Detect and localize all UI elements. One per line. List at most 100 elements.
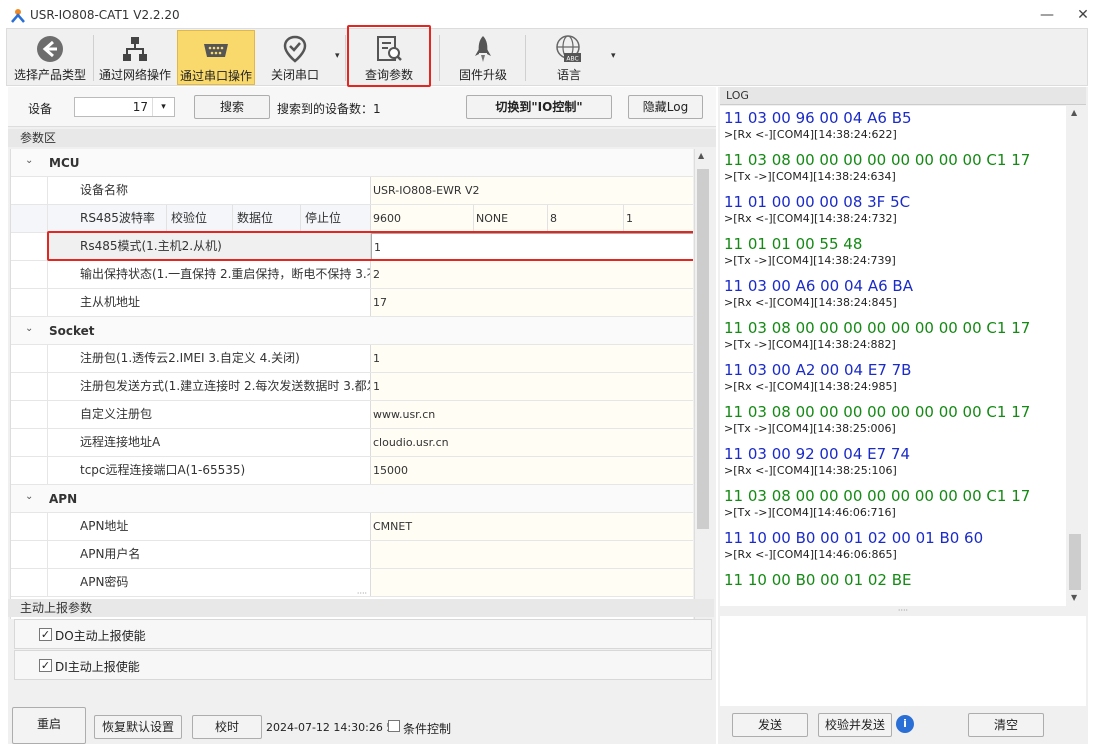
minimize-button[interactable]: — [1034, 4, 1060, 26]
hide-log-button[interactable]: 隐藏Log [628, 95, 703, 119]
param-row-apn-user[interactable]: APN用户名 [11, 541, 693, 569]
toolbar-separator [439, 35, 440, 81]
param-value[interactable]: 2 [371, 261, 693, 288]
rs485-parity-label: 校验位 [167, 205, 233, 232]
param-value[interactable]: CMNET [371, 513, 693, 540]
log-panel: LOG 11 03 00 96 00 04 A6 B5 >[Rx <-][COM4… [718, 87, 1088, 744]
do-report-row[interactable]: ✓ DO主动上报使能 [14, 619, 712, 649]
group-row-mcu[interactable]: ⌄ MCU [11, 149, 693, 177]
group-row-apn[interactable]: ⌄ APN [11, 485, 693, 513]
di-report-row[interactable]: ✓ DI主动上报使能 [14, 650, 712, 680]
log-data-line: 11 03 08 00 00 00 00 00 00 00 00 C1 17 [724, 319, 1031, 337]
select-product-label: 选择产品类型 [13, 68, 86, 82]
param-value[interactable]: 1 [371, 345, 693, 372]
highlight-box [47, 231, 693, 261]
log-data-line: 11 01 01 00 55 48 [724, 235, 863, 253]
param-value[interactable]: www.usr.cn [371, 401, 693, 428]
rs485-stopbits-value[interactable]: 1 [624, 205, 693, 232]
param-value[interactable]: 17 [371, 289, 693, 316]
scroll-thumb[interactable] [1069, 534, 1081, 590]
param-label: APN用户名 [47, 541, 371, 568]
param-row-device-name[interactable]: 设备名称 USR-IO808-EWR V2 [11, 177, 693, 205]
param-row-custom-reg[interactable]: 自定义注册包 www.usr.cn [11, 401, 693, 429]
log-meta-line: >[Tx ->][COM4][14:38:24:634] [724, 170, 896, 183]
verify-send-button[interactable]: 校验并发送 [818, 713, 892, 737]
language-button[interactable]: ABC 语言 [529, 30, 609, 85]
device-select-value: 17 [132, 100, 148, 114]
left-panel: 设备 17 ▾ 搜索 搜索到的设备数：1 切换到"IO控制" 隐藏Log 参数区… [8, 87, 716, 744]
rs485-parity-value[interactable]: NONE [474, 205, 548, 232]
rs485-databits-label: 数据位 [233, 205, 301, 232]
found-count-label: 搜索到的设备数：1 [277, 102, 381, 116]
dropdown-arrow-icon[interactable]: ▾ [335, 51, 340, 61]
sync-time-button[interactable]: 校时 [192, 715, 262, 739]
scroll-thumb[interactable] [697, 169, 709, 529]
info-icon[interactable]: i [896, 715, 914, 733]
toolbar-separator [93, 35, 94, 81]
log-scrollbar[interactable]: ▲ ▼ [1066, 106, 1084, 606]
param-scrollbar[interactable]: ▲ ▼ [694, 149, 710, 619]
bottom-bar: 重启 恢复默认设置 校时 2024-07-12 14:30:26 5 条件控制 [8, 707, 716, 744]
restore-default-button[interactable]: 恢复默认设置 [94, 715, 182, 739]
close-serial-button[interactable]: 关闭串口 [259, 30, 331, 85]
param-value[interactable] [371, 541, 693, 568]
do-report-checkbox[interactable]: ✓ [39, 628, 52, 641]
send-button[interactable]: 发送 [732, 713, 808, 737]
back-arrow-icon [37, 36, 63, 62]
param-label: 注册包(1.透传云2.IMEI 3.自定义 4.关闭) [47, 345, 371, 372]
splitter-handle[interactable]: ···· [720, 606, 1086, 616]
di-report-checkbox[interactable]: ✓ [39, 659, 52, 672]
select-product-button[interactable]: 选择产品类型 [9, 30, 91, 85]
via-network-button[interactable]: 通过网络操作 [95, 30, 175, 85]
rs485-baud-value[interactable]: 9600 [371, 205, 474, 232]
param-value[interactable]: cloudio.usr.cn [371, 429, 693, 456]
param-value[interactable]: 15000 [371, 457, 693, 484]
param-value[interactable]: USR-IO808-EWR V2 [371, 177, 693, 204]
param-row-reg-packet[interactable]: 注册包(1.透传云2.IMEI 3.自定义 4.关闭) 1 [11, 345, 693, 373]
rs485-databits-value[interactable]: 8 [548, 205, 624, 232]
switch-io-control-button[interactable]: 切换到"IO控制" [466, 95, 612, 119]
di-report-label: DI主动上报使能 [55, 660, 140, 674]
param-label: APN地址 [47, 513, 371, 540]
param-row-reg-send-mode[interactable]: 注册包发送方式(1.建立连接时 2.每次发送数据时 3.都发送) 1 [11, 373, 693, 401]
param-row-output-hold[interactable]: 输出保持状态(1.一直保持 2.重启保持，断电不保持 3.不保持) 2 [11, 261, 693, 289]
toolbar-separator [525, 35, 526, 81]
close-button[interactable]: ✕ [1070, 4, 1096, 26]
firmware-upgrade-label: 固件升级 [458, 68, 507, 82]
query-document-icon [377, 36, 402, 61]
scroll-down-icon[interactable]: ▼ [1071, 593, 1077, 602]
chevron-down-icon: ▾ [152, 98, 174, 116]
language-label: 语言 [556, 68, 581, 82]
log-data-line: 11 10 00 B0 00 01 02 BE [724, 571, 912, 589]
condition-control-checkbox[interactable] [388, 720, 400, 732]
language-dropdown-icon[interactable]: ▾ [611, 51, 616, 61]
report-section-title: 主动上报参数 [8, 599, 714, 617]
param-label: 设备名称 [47, 177, 371, 204]
scroll-up-icon[interactable]: ▲ [698, 151, 704, 160]
param-row-apn-address[interactable]: APN地址 CMNET [11, 513, 693, 541]
param-row-remote-address[interactable]: 远程连接地址A cloudio.usr.cn [11, 429, 693, 457]
toolbar: 选择产品类型 通过网络操作 通过串口操作 关闭串口 ▾ 查询参数 固件升级 AB… [6, 25, 1088, 87]
device-select[interactable]: 17 ▾ [74, 97, 175, 117]
send-input[interactable] [720, 616, 1086, 706]
group-row-socket[interactable]: ⌄ Socket [11, 317, 693, 345]
via-serial-button[interactable]: 通过串口操作 [177, 30, 255, 85]
group-name: APN [49, 492, 78, 506]
log-meta-line: >[Rx <-][COM4][14:38:24:622] [724, 128, 897, 141]
log-output[interactable]: 11 03 00 96 00 04 A6 B5 >[Rx <-][COM4][14… [720, 106, 1066, 606]
app-logo-icon [11, 9, 25, 23]
param-row-remote-port[interactable]: tcpc远程连接端口A(1-65535) 15000 [11, 457, 693, 485]
globe-language-icon: ABC [556, 35, 581, 63]
restart-button[interactable]: 重启 [12, 707, 86, 744]
firmware-upgrade-button[interactable]: 固件升级 [443, 30, 523, 85]
param-row-slave-address[interactable]: 主从机地址 17 [11, 289, 693, 317]
clear-button[interactable]: 清空 [968, 713, 1044, 737]
search-button[interactable]: 搜索 [194, 95, 270, 119]
query-params-button[interactable]: 查询参数 [347, 25, 431, 87]
param-label: 主从机地址 [47, 289, 371, 316]
splitter-handle[interactable]: ···· [8, 590, 716, 598]
scroll-up-icon[interactable]: ▲ [1071, 108, 1077, 117]
serial-port-icon [204, 44, 228, 57]
param-value[interactable]: 1 [371, 373, 693, 400]
network-icon [123, 37, 147, 61]
